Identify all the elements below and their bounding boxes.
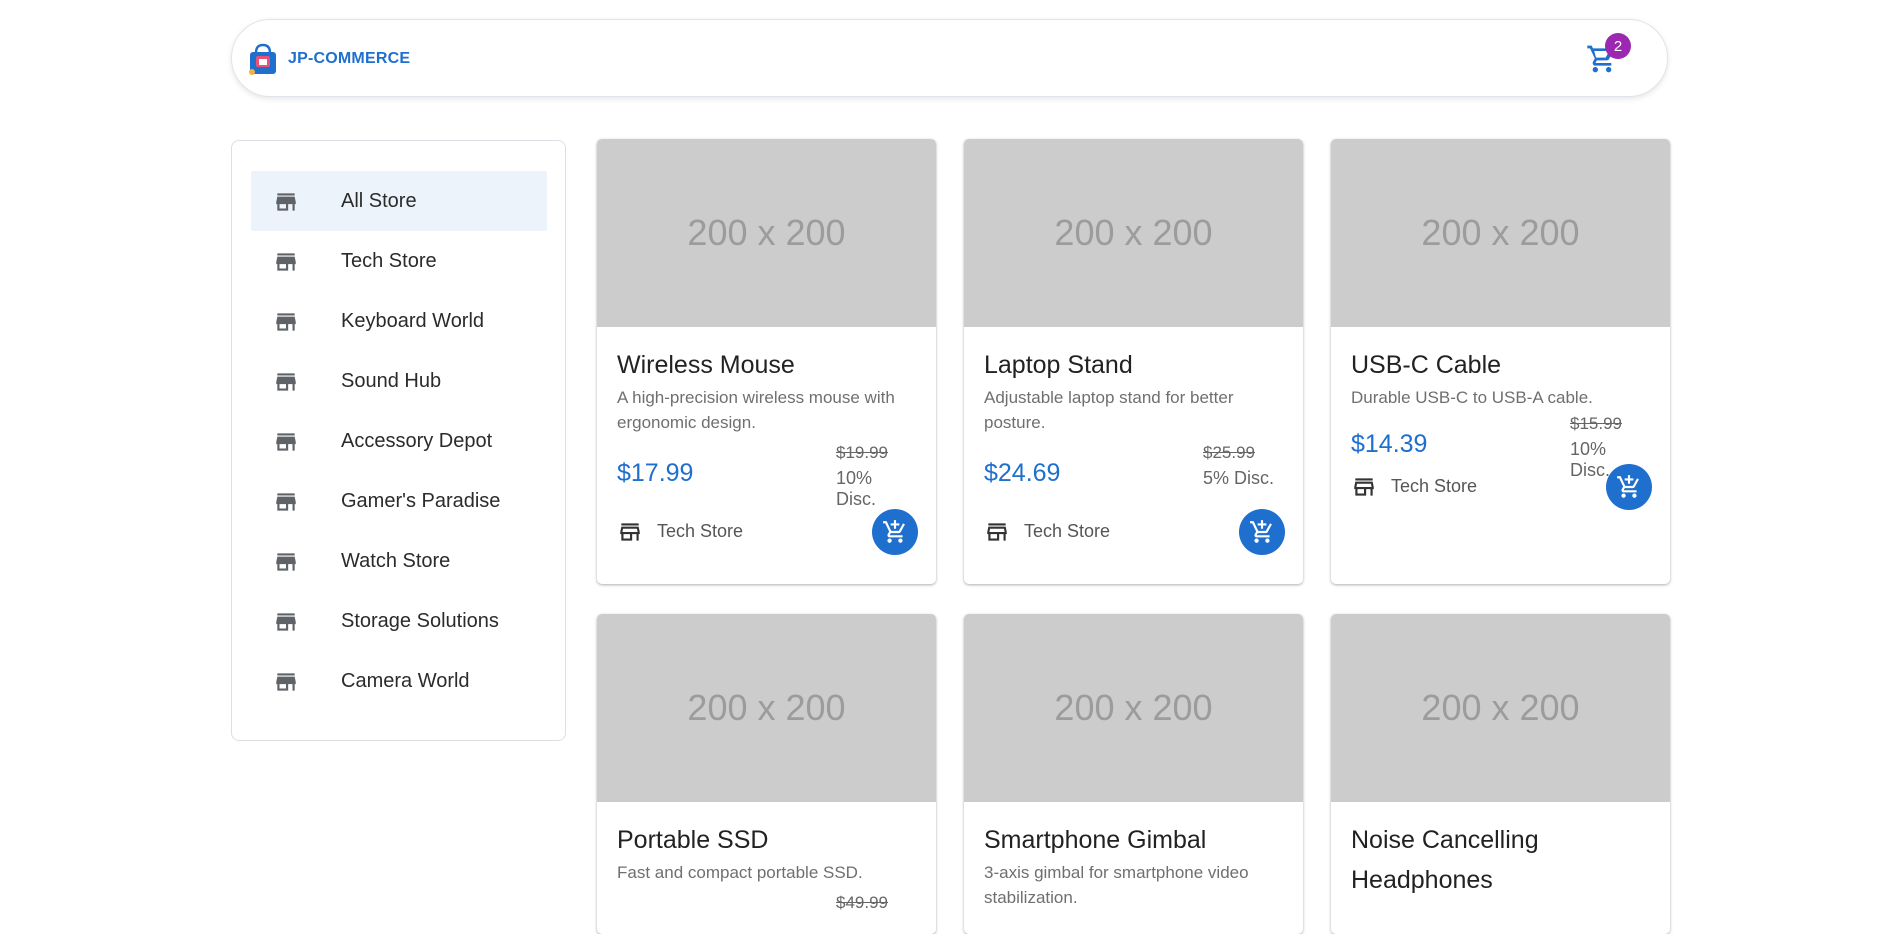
store-list: All Store Tech Store Keyboard World Soun… [251, 171, 547, 711]
sidebar-item-accessory-depot[interactable]: Accessory Depot [251, 411, 547, 471]
storefront-icon [276, 193, 296, 211]
add-shopping-cart-icon [883, 520, 905, 543]
shopping-bag-icon [249, 43, 276, 75]
sidebar-item-label: Camera World [341, 669, 470, 692]
sidebar-item-label: Watch Store [341, 549, 451, 572]
product-original-price: $19.99 [836, 443, 888, 462]
product-card-wireless-mouse[interactable]: 200 x 200 Wireless Mouse A high-precisio… [597, 139, 936, 584]
product-image-placeholder: 200 x 200 [964, 614, 1303, 802]
sidebar-item-tech-store[interactable]: Tech Store [251, 231, 547, 291]
sidebar-item-watch-store[interactable]: Watch Store [251, 531, 547, 591]
product-title: USB-C Cable [1351, 351, 1502, 379]
product-card-smartphone-gimbal[interactable]: 200 x 200 Smartphone Gimbal 3-axis gimba… [964, 614, 1303, 934]
product-original-price: $25.99 [1203, 443, 1255, 462]
product-store-name[interactable]: Tech Store [1024, 521, 1110, 542]
product-description: A high-precision wireless mouse with erg… [617, 388, 895, 432]
product-discount: 5% Disc. [1203, 468, 1275, 488]
storefront-icon [276, 253, 296, 271]
sidebar-item-all-store[interactable]: All Store [251, 171, 547, 231]
product-store-row: Tech Store [984, 499, 1285, 559]
product-card-portable-ssd[interactable]: 200 x 200 Portable SSD Fast and compact … [597, 614, 936, 934]
sidebar-item-camera-world[interactable]: Camera World [251, 651, 547, 711]
product-image-placeholder: 200 x 200 [1331, 139, 1670, 327]
product-card-usb-c-cable[interactable]: 200 x 200 USB-C Cable Durable USB-C to U… [1331, 139, 1670, 584]
product-card-laptop-stand[interactable]: 200 x 200 Laptop Stand Adjustable laptop… [964, 139, 1303, 584]
price-row: $14.39 $15.99 10% Disc. [1351, 414, 1650, 480]
sidebar-item-label: Storage Solutions [341, 609, 499, 632]
storefront-icon [276, 673, 296, 691]
price-row: $24.69 $25.99 5% Disc. [984, 443, 1283, 499]
brand-name: JP-COMMERCE [288, 50, 411, 67]
sidebar-item-label: Gamer's Paradise [341, 489, 501, 512]
storefront-icon [276, 433, 296, 451]
product-store-row: Tech Store [617, 499, 918, 559]
store-sidebar: All Store Tech Store Keyboard World Soun… [231, 140, 566, 741]
cart-button[interactable]: 2 [1581, 33, 1643, 79]
add-shopping-cart-icon [1617, 475, 1639, 498]
product-store-name[interactable]: Tech Store [1391, 476, 1477, 497]
sidebar-item-label: Accessory Depot [341, 429, 493, 452]
product-description: Durable USB-C to USB-A cable. [1351, 388, 1593, 407]
sidebar-item-label: All Store [341, 189, 417, 212]
add-shopping-cart-icon [1250, 520, 1272, 543]
product-title: Laptop Stand [984, 351, 1133, 379]
product-store-name[interactable]: Tech Store [657, 521, 743, 542]
storefront-icon [276, 373, 296, 391]
product-price: $24.69 [984, 459, 1061, 487]
storefront-icon [620, 523, 640, 541]
product-description: 3-axis gimbal for smartphone video stabi… [984, 863, 1249, 907]
add-to-cart-button[interactable] [1606, 464, 1652, 510]
sidebar-item-gamers-paradise[interactable]: Gamer's Paradise [251, 471, 547, 531]
product-description: Adjustable laptop stand for better postu… [984, 388, 1234, 432]
add-to-cart-button[interactable] [1239, 509, 1285, 555]
product-original-price: $15.99 [1570, 414, 1622, 433]
storefront-icon [276, 613, 296, 631]
sidebar-item-label: Sound Hub [341, 369, 442, 392]
brand[interactable]: JP-COMMERCE [246, 42, 410, 76]
product-image-placeholder: 200 x 200 [1331, 614, 1670, 802]
product-title: Portable SSD [617, 826, 769, 854]
sidebar-item-keyboard-world[interactable]: Keyboard World [251, 291, 547, 351]
storefront-icon [276, 553, 296, 571]
storefront-icon [276, 313, 296, 331]
price-row: $17.99 $19.99 10% Disc. [617, 443, 916, 509]
cart-count-badge: 2 [1605, 33, 1631, 59]
top-app-bar: JP-COMMERCE 2 [231, 19, 1668, 97]
sidebar-item-storage-solutions[interactable]: Storage Solutions [251, 591, 547, 651]
sidebar-item-label: Tech Store [341, 249, 437, 272]
product-description: Fast and compact portable SSD. [617, 863, 863, 882]
storefront-icon [1354, 478, 1374, 496]
product-price: $14.39 [1351, 430, 1428, 458]
add-to-cart-button[interactable] [872, 509, 918, 555]
product-original-price: $49.99 [836, 893, 888, 912]
sidebar-item-sound-hub[interactable]: Sound Hub [251, 351, 547, 411]
storefront-icon [987, 523, 1007, 541]
product-title: Wireless Mouse [617, 351, 795, 379]
product-image-placeholder: 200 x 200 [964, 139, 1303, 327]
product-card-noise-cancelling-headphones[interactable]: 200 x 200 Noise Cancelling Headphones [1331, 614, 1670, 934]
storefront-icon [276, 493, 296, 511]
product-price: $17.99 [617, 459, 694, 487]
product-image-placeholder: 200 x 200 [597, 139, 936, 327]
product-title: Smartphone Gimbal [984, 826, 1207, 854]
product-image-placeholder: 200 x 200 [597, 614, 936, 802]
product-store-row: Tech Store [1351, 464, 1652, 534]
price-row: $49.99 [617, 893, 916, 934]
sidebar-item-label: Keyboard World [341, 309, 485, 332]
product-title: Noise Cancelling Headphones [1351, 826, 1539, 894]
